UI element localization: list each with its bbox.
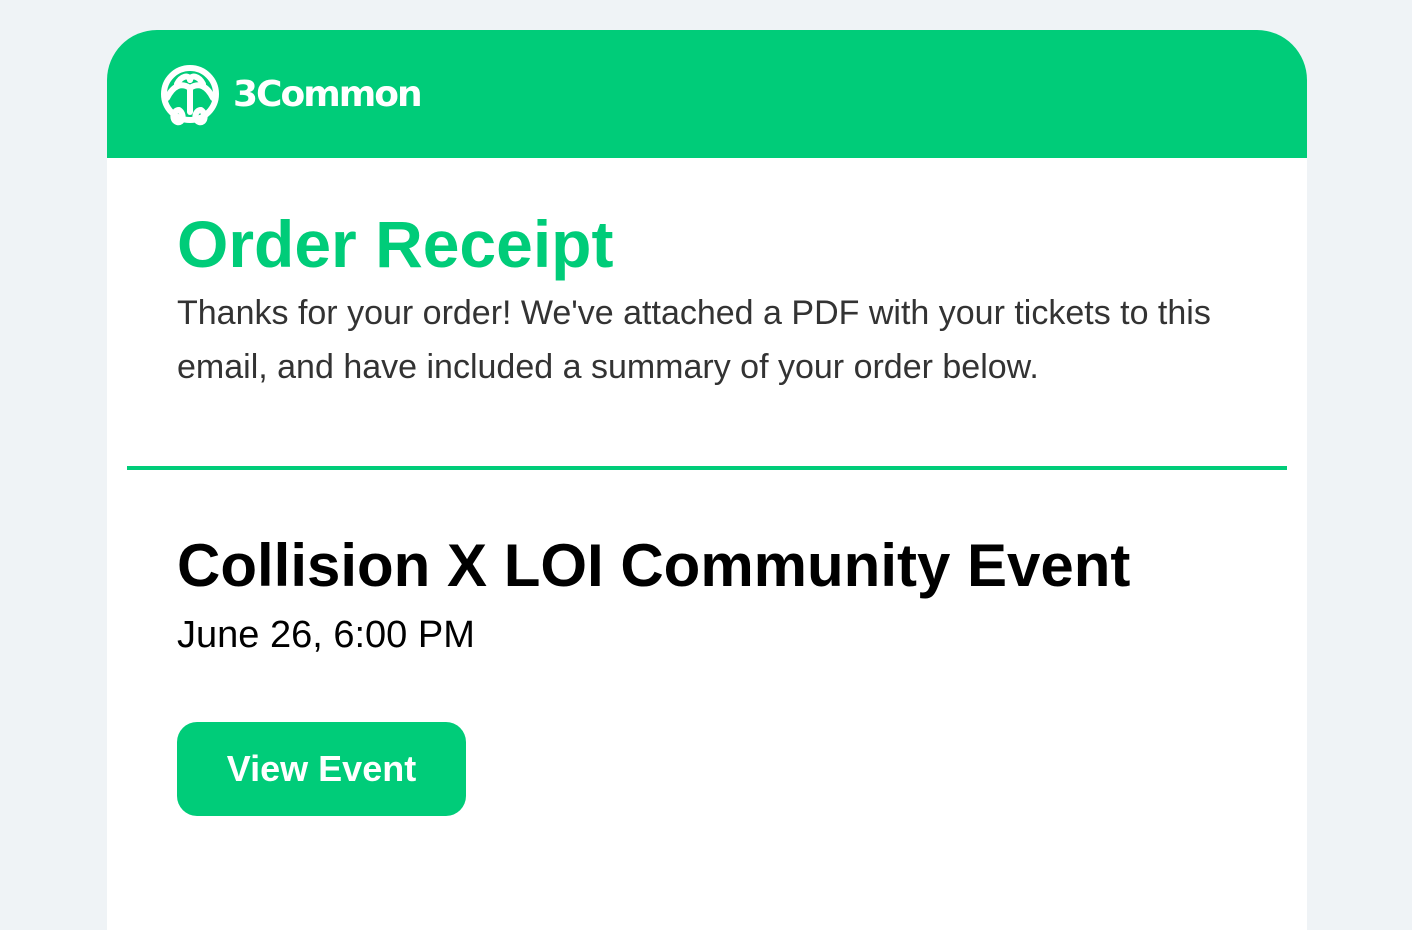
brand-logo[interactable]: 3Common [157,64,423,126]
email-card: 3Common Order Receipt Thanks for your or… [107,30,1307,930]
email-header: 3Common [107,30,1307,158]
event-date: June 26, 6:00 PM [177,614,475,656]
event-summary: Collision X LOI Community Event June 26,… [177,530,1237,658]
event-title: Collision X LOI Community Event [177,532,1131,599]
receipt-intro: Order Receipt Thanks for your order! We'… [177,202,1237,394]
brand-name: 3Common [233,74,423,115]
view-event-button[interactable]: View Event [177,722,466,816]
section-divider [127,466,1287,470]
3common-logo-icon [161,65,219,126]
page-title: Order Receipt [177,207,614,281]
intro-text: Thanks for your order! We've attached a … [177,294,1211,386]
